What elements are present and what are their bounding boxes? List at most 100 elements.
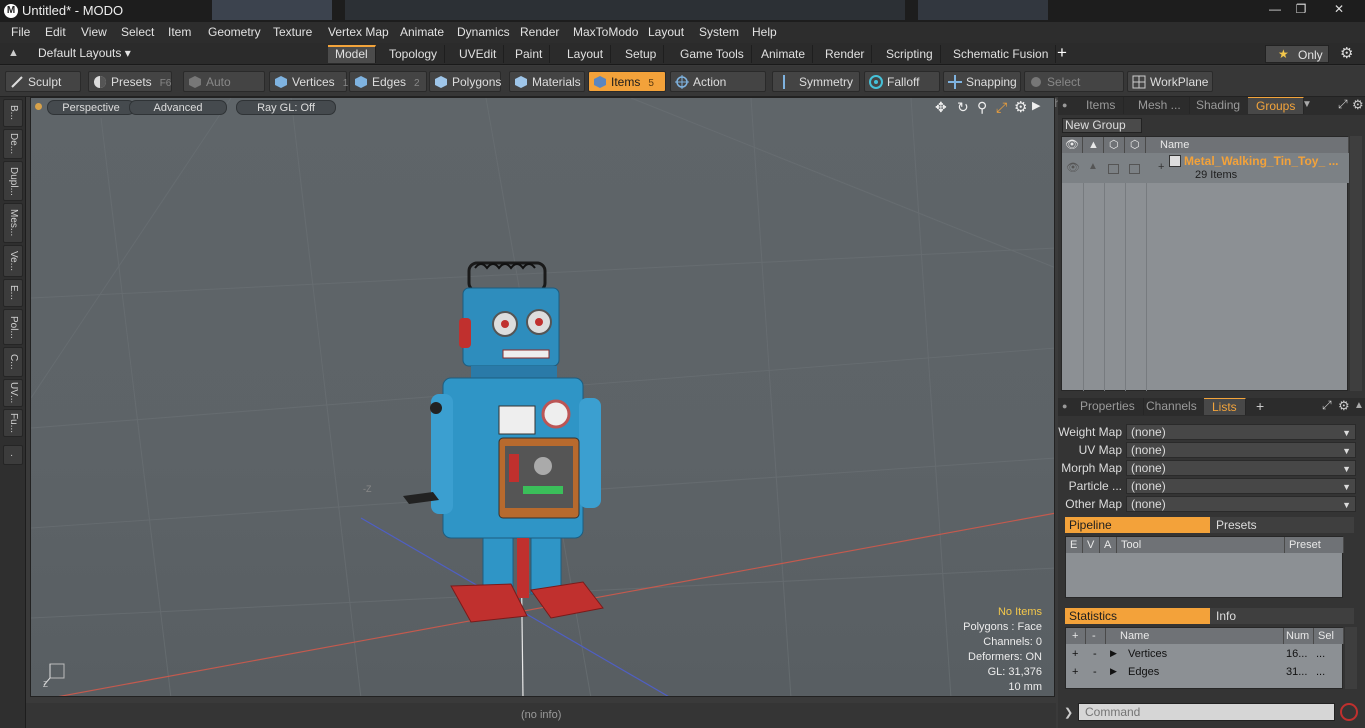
- snapping-button[interactable]: Snapping: [943, 71, 1021, 92]
- items-button[interactable]: Items 5: [588, 71, 666, 92]
- view-type-button[interactable]: Perspective: [47, 100, 135, 115]
- panel-menu-icon[interactable]: ●: [1062, 401, 1067, 411]
- tab-setup[interactable]: Setup: [618, 45, 665, 63]
- groups-list[interactable]: 👁 ▲ ⬡ ⬡ Name 👁 ▲ + Metal_Walking_Tin_Toy…: [1061, 136, 1349, 391]
- left-tab-more[interactable]: .: [3, 445, 23, 465]
- row-select-checkbox[interactable]: [1129, 164, 1140, 174]
- left-tab-mesh[interactable]: Mes...: [3, 203, 23, 243]
- command-input[interactable]: [1078, 703, 1335, 721]
- menu-view[interactable]: View: [81, 25, 107, 39]
- tab-channels[interactable]: Channels: [1138, 398, 1206, 415]
- row-render-icon[interactable]: ▲: [1088, 161, 1098, 172]
- group-row[interactable]: 👁 ▲ + Metal_Walking_Tin_Toy_ ... 29 Item…: [1062, 153, 1349, 183]
- workplane-button[interactable]: WorkPlane: [1127, 71, 1213, 92]
- render-column-icon[interactable]: ▲: [1083, 137, 1104, 153]
- statistics-tab[interactable]: Statistics: [1065, 608, 1210, 624]
- sculpt-button[interactable]: Sculpt: [5, 71, 81, 92]
- left-tab-curve[interactable]: C...: [3, 347, 23, 377]
- viewport-settings-gear-icon[interactable]: ⚙: [1014, 98, 1027, 116]
- tab-items[interactable]: Items: [1078, 97, 1125, 114]
- visibility-column-icon[interactable]: 👁: [1062, 137, 1083, 153]
- vertices-button[interactable]: Vertices 1: [269, 71, 348, 92]
- pipeline-tab[interactable]: Pipeline: [1065, 517, 1210, 533]
- tab-properties[interactable]: Properties: [1072, 398, 1144, 415]
- tab-paint[interactable]: Paint: [508, 45, 551, 63]
- left-tab-deform[interactable]: De...: [3, 129, 23, 159]
- expand-panel-icon[interactable]: ⤢: [1322, 398, 1332, 413]
- tab-scripting[interactable]: Scripting: [879, 45, 941, 63]
- rotate-view-icon[interactable]: ↻: [957, 99, 969, 116]
- row-lock-checkbox[interactable]: [1108, 164, 1119, 174]
- 3d-viewport[interactable]: Perspective Advanced Ray GL: Off ✥ ↻ ⚲ ⤢…: [30, 97, 1055, 697]
- menu-select[interactable]: Select: [121, 25, 154, 39]
- morph-map-dropdown[interactable]: (none) ▼: [1126, 460, 1356, 476]
- zoom-view-icon[interactable]: ⚲: [977, 99, 987, 116]
- new-group-button[interactable]: New Group: [1062, 118, 1142, 133]
- shading-mode-button[interactable]: Advanced: [129, 100, 227, 115]
- action-center-button[interactable]: Action Center: [670, 71, 766, 110]
- menu-file[interactable]: File: [11, 25, 30, 39]
- robot-model[interactable]: [403, 261, 604, 623]
- panel-gear-icon[interactable]: ⚙: [1338, 398, 1350, 414]
- tab-render[interactable]: Render: [818, 45, 873, 63]
- tab-uvedit[interactable]: UVEdit: [452, 45, 505, 63]
- tab-lists[interactable]: Lists: [1204, 398, 1246, 415]
- pan-view-icon[interactable]: ✥: [935, 99, 947, 116]
- menu-system[interactable]: System: [699, 25, 739, 39]
- stats-expand-plus[interactable]: +: [1072, 666, 1078, 678]
- left-tab-uv[interactable]: UV...: [3, 379, 23, 407]
- row-visibility-icon[interactable]: 👁: [1066, 161, 1080, 174]
- left-tab-fusion[interactable]: Fu...: [3, 409, 23, 437]
- menu-item[interactable]: Item: [168, 25, 191, 39]
- select-column-icon[interactable]: ⬡: [1125, 137, 1146, 153]
- row-expand-triangle-icon[interactable]: ▶: [1110, 666, 1117, 677]
- menu-maxtomodo[interactable]: MaxToModo: [573, 25, 638, 39]
- symmetry-button[interactable]: Symmetry: [772, 71, 860, 92]
- presets-button[interactable]: Presets F6: [88, 71, 172, 92]
- group-name[interactable]: Metal_Walking_Tin_Toy_ ...: [1184, 154, 1338, 168]
- menu-render[interactable]: Render: [520, 25, 559, 39]
- stats-collapse-minus[interactable]: -: [1093, 648, 1097, 660]
- left-tab-edge[interactable]: E...: [3, 279, 23, 307]
- tab-topology[interactable]: Topology: [382, 45, 446, 63]
- tab-game-tools[interactable]: Game Tools: [673, 45, 752, 63]
- stats-collapse-minus[interactable]: -: [1093, 666, 1097, 678]
- stats-col-minus[interactable]: -: [1086, 628, 1106, 644]
- collapse-arrow-icon[interactable]: ▲: [8, 47, 22, 61]
- panel-collapse-icon[interactable]: ▲: [1354, 400, 1364, 411]
- tab-model[interactable]: Model: [328, 45, 376, 63]
- menu-layout[interactable]: Layout: [648, 25, 684, 39]
- edges-button[interactable]: Edges 2: [349, 71, 427, 92]
- minimize-icon[interactable]: —: [1262, 0, 1288, 18]
- table-row[interactable]: + - ▶ Edges 31... ...: [1066, 664, 1344, 682]
- tab-groups[interactable]: Groups: [1248, 97, 1305, 114]
- other-map-dropdown[interactable]: (none) ▼: [1126, 496, 1356, 512]
- add-tab-button[interactable]: +: [1057, 43, 1067, 63]
- menu-vertex-map[interactable]: Vertex Map: [328, 25, 389, 39]
- tab-animate[interactable]: Animate: [754, 45, 814, 63]
- add-tab-icon[interactable]: +: [1256, 398, 1264, 414]
- left-tab-vertex[interactable]: Ve...: [3, 245, 23, 277]
- materials-button[interactable]: Materials: [509, 71, 585, 92]
- info-tab[interactable]: Info: [1210, 608, 1354, 624]
- statistics-list[interactable]: + - Name Num Sel + - ▶ Vertices 16... ..…: [1065, 627, 1344, 689]
- tab-mesh[interactable]: Mesh ...: [1130, 97, 1190, 114]
- presets-tab[interactable]: Presets: [1210, 517, 1354, 533]
- panel-menu-icon[interactable]: ●: [1062, 100, 1070, 110]
- left-tab-basic[interactable]: B...: [3, 99, 23, 127]
- falloff-button[interactable]: Falloff: [864, 71, 940, 92]
- row-expand-triangle-icon[interactable]: ▶: [1110, 648, 1117, 659]
- tab-layout[interactable]: Layout: [560, 45, 612, 63]
- panel-gear-icon[interactable]: ⚙: [1352, 97, 1364, 113]
- tab-dropdown-icon[interactable]: ▼: [1302, 99, 1312, 110]
- viewport-expand-arrow-icon[interactable]: ▶: [1032, 99, 1040, 112]
- menu-edit[interactable]: Edit: [45, 25, 66, 39]
- groups-scrollbar[interactable]: [1350, 136, 1362, 391]
- close-icon[interactable]: ✕: [1326, 0, 1352, 18]
- restore-icon[interactable]: ❐: [1288, 0, 1314, 18]
- raygl-toggle-button[interactable]: Ray GL: Off: [236, 100, 336, 115]
- left-tab-polygon[interactable]: Pol...: [3, 309, 23, 345]
- viewport-menu-dot-icon[interactable]: [35, 103, 42, 110]
- lock-column-icon[interactable]: ⬡: [1104, 137, 1125, 153]
- statistics-scrollbar[interactable]: [1345, 627, 1357, 689]
